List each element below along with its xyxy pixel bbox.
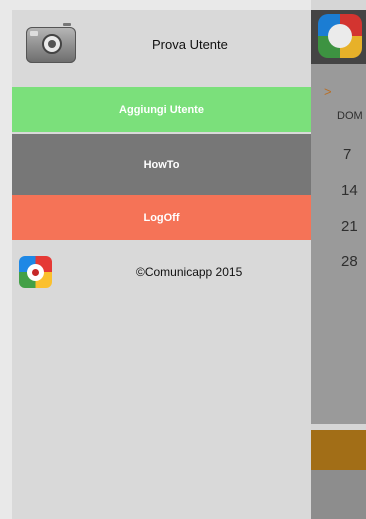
comunicapp-logo-icon <box>19 256 52 288</box>
drawer-scrim[interactable] <box>311 0 366 519</box>
copyright-text: ©Comunicapp 2015 <box>136 265 243 279</box>
camera-icon[interactable] <box>26 23 76 63</box>
drawer-header: Prova Utente <box>12 10 311 87</box>
logoff-button[interactable]: LogOff <box>12 195 311 240</box>
user-name: Prova Utente <box>152 37 228 52</box>
navigation-drawer: Prova Utente Aggiungi Utente HowTo LogOf… <box>12 10 311 519</box>
howto-button[interactable]: HowTo <box>12 134 311 195</box>
add-user-button[interactable]: Aggiungi Utente <box>12 87 311 132</box>
drawer-footer: ©Comunicapp 2015 <box>12 256 311 288</box>
